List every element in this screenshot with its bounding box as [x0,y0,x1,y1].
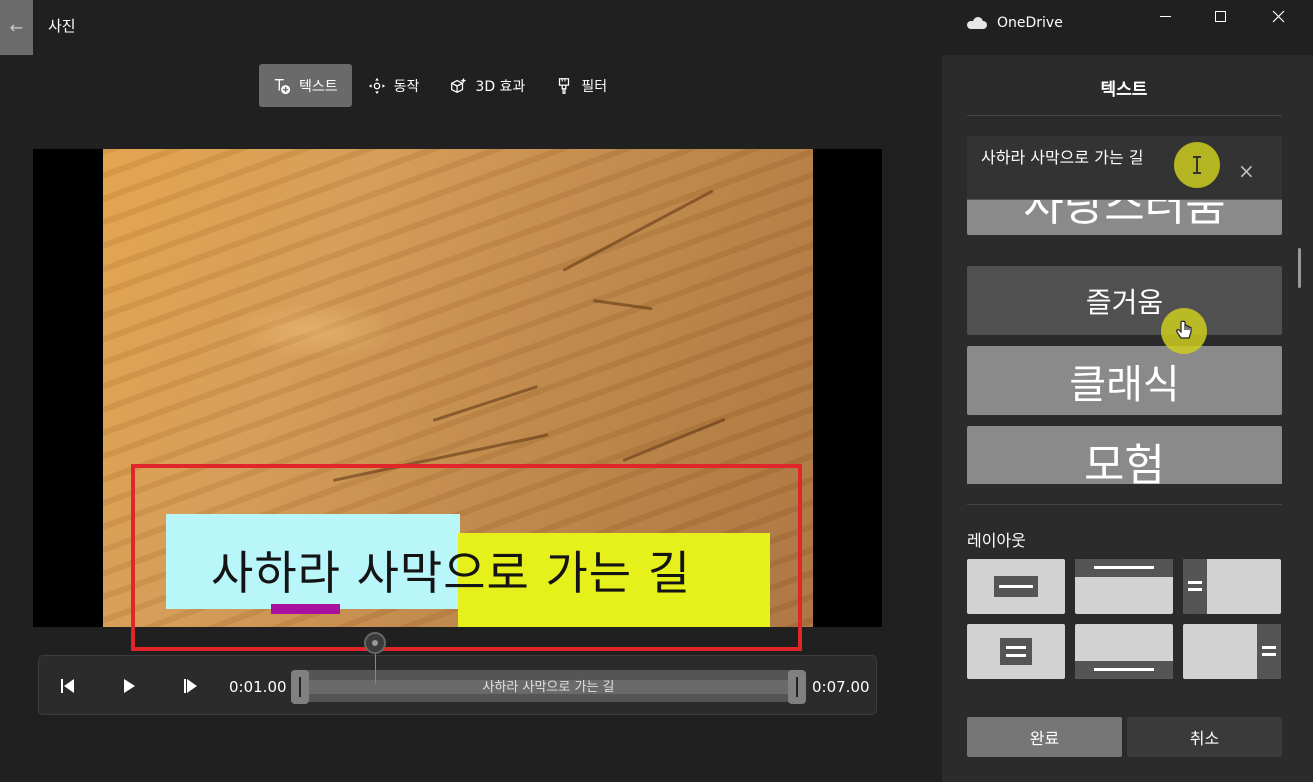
style-card-adventure[interactable]: 모험 [967,426,1282,484]
skip-back-icon [61,679,74,693]
layout-center-stacked[interactable] [967,624,1065,679]
layout-bottom-banner[interactable] [1075,624,1173,679]
style-card-classic[interactable]: 클래식 [967,346,1282,415]
playhead-line [375,654,376,684]
layout-right-strip[interactable] [1183,624,1281,679]
playhead-handle[interactable] [364,632,386,654]
layout-line-icon [1188,581,1202,584]
timeline-clip-label: 사하라 사막으로 가는 길 [482,680,615,695]
layout-left-strip[interactable] [1183,559,1281,614]
tab-3d-effects-label: 3D 효과 [475,78,526,95]
text-style-list: 사랑스러움 즐거움 클래식 모험 [967,200,1282,484]
close-icon [1272,10,1284,22]
timeline-bar: 0:01.00 사하라 사막으로 가는 길 0:07.00 [38,655,877,715]
style-card-label: 즐거움 [1085,285,1164,319]
next-frame-button[interactable] [176,672,204,700]
edit-toolbar: 텍스트 동작 3D 효과 필터 [259,64,623,107]
highlight-rectangle [131,464,802,651]
hand-pointer-icon [1176,320,1192,339]
tab-motion-label: 동작 [393,78,420,95]
trim-handle-end[interactable] [788,670,806,704]
clear-text-icon[interactable]: × [1238,159,1255,183]
tab-motion[interactable]: 동작 [354,64,434,107]
panel-scrollbar[interactable] [1298,248,1301,288]
brush-icon [555,77,573,95]
layout-line-icon [1262,646,1276,649]
layout-center-box[interactable] [967,559,1065,614]
back-button[interactable]: ← [0,0,33,55]
tab-text[interactable]: 텍스트 [259,64,352,107]
maximize-icon [1214,10,1226,22]
layout-line-icon [1262,653,1276,656]
done-button[interactable]: 완료 [967,717,1122,757]
tab-filters[interactable]: 필터 [541,64,621,107]
panel-divider [967,115,1282,116]
style-card-label: 모험 [1084,439,1165,485]
play-button[interactable] [115,672,143,700]
layout-line-icon [1006,654,1026,657]
dune-ridge [592,299,653,311]
style-card-joyful[interactable]: 즐거움 [967,266,1282,335]
previous-frame-button[interactable] [54,672,82,700]
trim-handle-start[interactable] [291,670,309,704]
layout-line-icon [1094,566,1154,569]
text-panel: 텍스트 사하라 사막으로 가는 길 × 사랑스러움 즐거움 클래식 모험 레이아… [942,55,1313,782]
panel-divider [967,504,1282,505]
timeline-track[interactable]: 사하라 사막으로 가는 길 [291,670,806,704]
layout-line-icon [1188,588,1202,591]
layout-bar-icon [1257,624,1281,679]
title-bar: ← 사진 OneDrive [0,0,1313,55]
text-cursor-icon [1193,156,1201,174]
layout-label: 레이아웃 [967,531,1026,550]
onedrive-button[interactable]: OneDrive [967,15,1063,31]
back-arrow-icon: ← [9,18,24,37]
app-title: 사진 [48,17,76,35]
skip-forward-icon [184,679,197,693]
cloud-icon [967,17,987,29]
motion-icon [368,77,386,95]
style-card-label: 사랑스러움 [1023,200,1226,231]
onedrive-label: OneDrive [997,15,1063,31]
tab-text-label: 텍스트 [299,78,338,95]
tab-3d-effects[interactable]: 3D 효과 [435,64,539,107]
layout-line-icon [1006,646,1026,649]
style-card-lovely[interactable]: 사랑스러움 [967,200,1282,235]
pointer-cursor-highlight [1161,308,1207,354]
style-card-label: 클래식 [1069,361,1180,408]
panel-title: 텍스트 [1100,80,1148,100]
text-cursor-highlight [1174,142,1220,188]
minimize-icon [1159,15,1171,17]
cube-sparkle-icon [449,77,467,95]
dune-ridge [622,417,726,462]
caption-text-input[interactable]: 사하라 사막으로 가는 길 [967,136,1282,200]
layout-line-icon [1094,668,1154,671]
dune-ridge [432,385,539,422]
start-time: 0:01.00 [229,678,287,696]
dune-ridge [562,189,714,272]
close-button[interactable] [1263,5,1293,27]
tab-filters-label: 필터 [581,78,608,95]
minimize-button[interactable] [1150,5,1180,27]
layout-top-banner[interactable] [1075,559,1173,614]
maximize-button[interactable] [1205,5,1235,27]
end-time: 0:07.00 [812,678,870,696]
layout-line-icon [999,585,1033,588]
layout-bar-icon [1000,638,1032,665]
play-icon [124,679,135,693]
layout-bar-icon [1183,559,1207,614]
text-add-icon [273,77,291,95]
cancel-button[interactable]: 취소 [1127,717,1282,757]
